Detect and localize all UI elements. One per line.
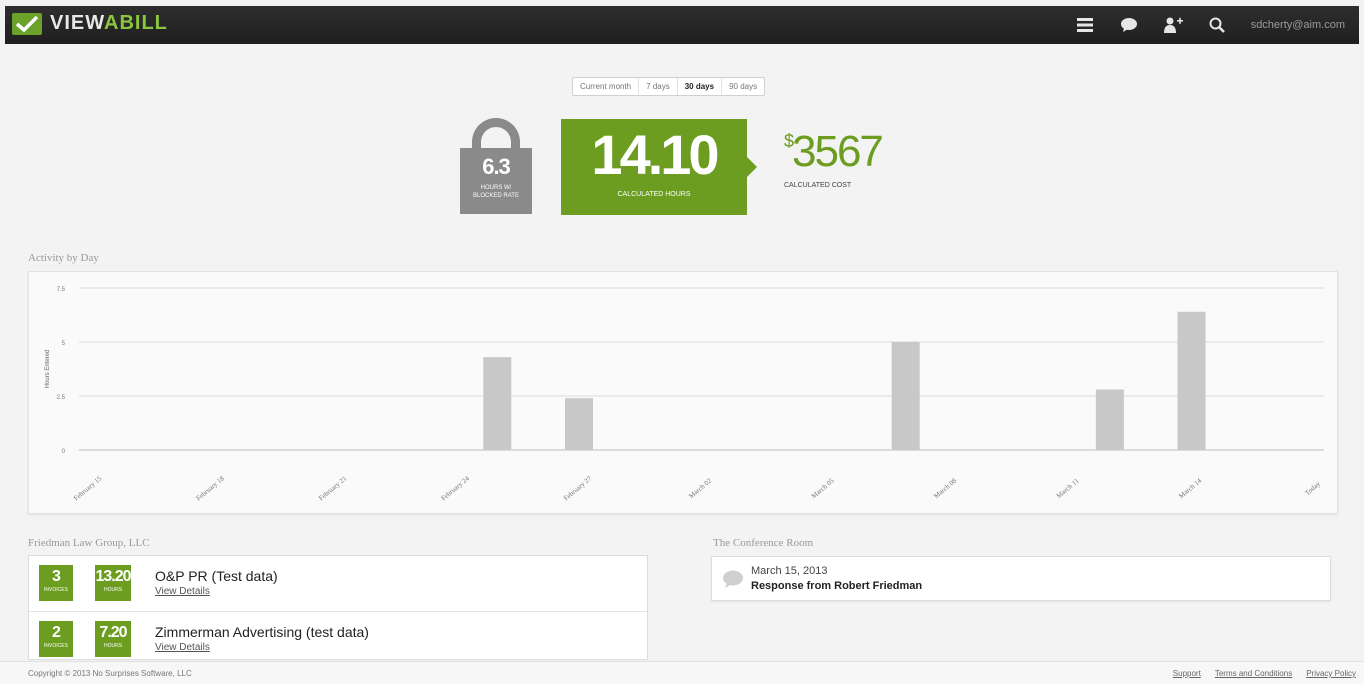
menu-icon[interactable] xyxy=(1075,15,1095,35)
add-user-icon[interactable] xyxy=(1163,15,1183,35)
copyright-text: Copyright © 2013 No Surprises Software, … xyxy=(28,669,192,678)
footer: Copyright © 2013 No Surprises Software, … xyxy=(0,661,1364,684)
calculated-cost-value: $3567 xyxy=(784,127,884,176)
x-tick-label: March 08 xyxy=(932,476,958,500)
x-tick-label: February 24 xyxy=(440,474,472,502)
activity-bar-chart: 0 2.5 5 7.5 Hours Entered February 15 February… xyxy=(45,287,1324,502)
tab-current-month[interactable]: Current month xyxy=(573,78,640,95)
x-tick-label: February 21 xyxy=(317,474,349,502)
blocked-hours-label-1: HOURS W/ xyxy=(480,185,512,191)
lock-body: 6.3 HOURS W/ BLOCKED RATE xyxy=(460,148,532,214)
message-title[interactable]: Response from Robert Friedman xyxy=(751,580,922,592)
chart-bar xyxy=(1095,389,1124,450)
activity-section-title: Activity by Day xyxy=(28,252,99,264)
x-tick-label: March 14 xyxy=(1177,476,1203,500)
tab-30-days[interactable]: 30 days xyxy=(678,78,723,95)
user-email[interactable]: sdcherty@aim.com xyxy=(1251,19,1345,31)
chart-bar xyxy=(565,398,593,450)
checkmark-logo-icon xyxy=(12,12,42,35)
x-tick-label: February 18 xyxy=(195,474,227,502)
list-item[interactable]: 3 INVOICES 13.20 HOURS O&P PR (Test data) … xyxy=(29,556,647,612)
calculated-hours-stat: 14.10 CALCULATED HOURS xyxy=(561,119,757,215)
y-tick-label: 0 xyxy=(62,449,66,455)
view-details-link[interactable]: View Details xyxy=(155,642,210,653)
y-axis-label: Hours Entered xyxy=(45,350,51,389)
conference-message[interactable]: March 15, 2013 Response from Robert Frie… xyxy=(711,556,1331,601)
privacy-link[interactable]: Privacy Policy xyxy=(1306,669,1356,678)
client-section-title: Friedman Law Group, LLC xyxy=(28,537,150,549)
viewabill-logo[interactable]: VIEWABILL xyxy=(12,12,168,35)
view-details-link[interactable]: View Details xyxy=(155,586,210,597)
tab-7-days[interactable]: 7 days xyxy=(639,78,678,95)
y-tick-label: 7.5 xyxy=(57,287,66,293)
y-tick-label: 5 xyxy=(62,341,66,347)
date-range-tabs: Current month 7 days 30 days 90 days xyxy=(572,77,766,96)
blocked-hours-label-2: BLOCKED RATE xyxy=(473,193,519,199)
client-name: O&P PR (Test data) xyxy=(155,568,278,584)
invoices-badge: 3 INVOICES xyxy=(39,565,73,601)
chat-icon[interactable] xyxy=(1119,15,1139,35)
calculated-hours-label: CALCULATED HOURS xyxy=(617,191,691,198)
conference-section-title: The Conference Room xyxy=(713,537,814,549)
list-item[interactable]: 2 INVOICES 7.20 HOURS Zimmerman Advertisin… xyxy=(29,612,647,659)
x-tick-label: February 15 xyxy=(72,474,104,502)
speech-bubble-icon xyxy=(722,569,744,594)
terms-link[interactable]: Terms and Conditions xyxy=(1215,669,1292,678)
client-name: Zimmerman Advertising (test data) xyxy=(155,624,369,640)
message-date: March 15, 2013 xyxy=(751,565,828,577)
blocked-hours-value: 6.3 xyxy=(482,154,511,179)
y-tick-label: 2.5 xyxy=(57,395,66,401)
logo-text: VIEWABILL xyxy=(50,12,168,34)
hours-badge: 13.20 HOURS xyxy=(95,565,132,601)
x-tick-label: February 27 xyxy=(562,474,594,502)
calculated-cost-label: CALCULATED COST xyxy=(784,182,852,189)
x-tick-label: March 05 xyxy=(810,476,836,500)
hours-badge: 7.20 HOURS xyxy=(95,621,131,657)
blocked-rate-stat: 6.3 HOURS W/ BLOCKED RATE xyxy=(460,118,532,214)
top-navbar: VIEWABILL sdcherty@aim.com xyxy=(5,6,1359,44)
chart-bar xyxy=(483,357,512,450)
tab-90-days[interactable]: 90 days xyxy=(722,78,764,95)
search-icon[interactable] xyxy=(1207,15,1227,35)
invoices-badge: 2 INVOICES xyxy=(39,621,73,657)
chart-bar xyxy=(1177,311,1206,450)
activity-chart-panel: 0 2.5 5 7.5 Hours Entered February 15 February… xyxy=(28,271,1338,514)
calculated-hours-value: 14.10 xyxy=(591,123,719,186)
chart-bar xyxy=(891,342,920,450)
x-tick-label: Today xyxy=(1303,479,1322,497)
support-link[interactable]: Support xyxy=(1173,669,1201,678)
calculated-cost-stat: $3567 CALCULATED COST xyxy=(784,127,884,190)
x-tick-label: March 02 xyxy=(687,476,713,500)
client-list: 3 INVOICES 13.20 HOURS O&P PR (Test data) … xyxy=(28,555,648,660)
x-tick-label: March 11 xyxy=(1055,476,1081,500)
